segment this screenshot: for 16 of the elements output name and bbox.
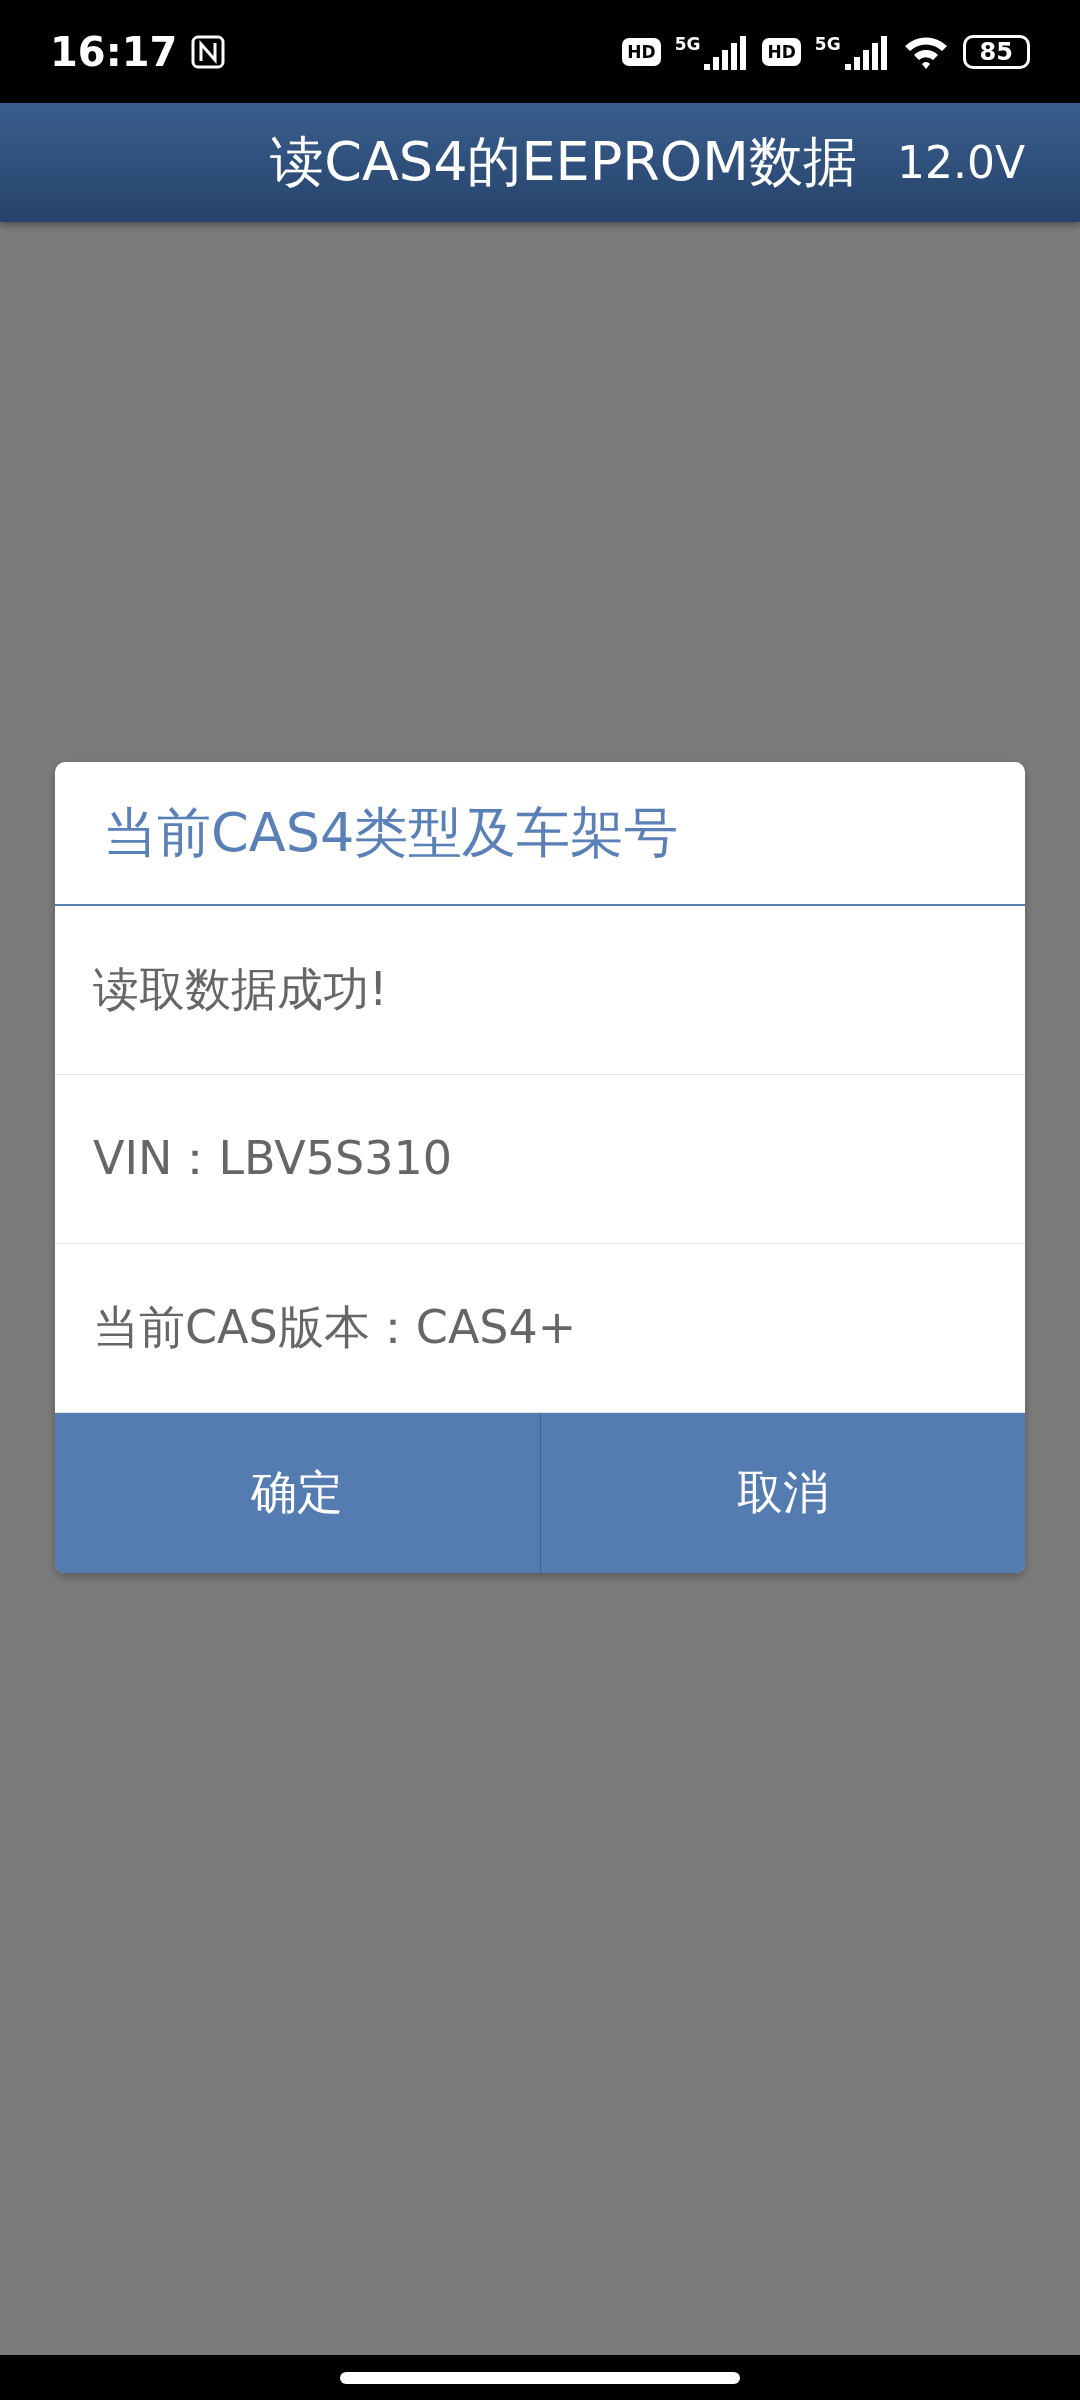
voltage-reading: 12.0V [896,137,1025,188]
confirm-button[interactable]: 确定 [55,1413,541,1573]
hd-badge: HD [622,37,661,66]
signal-icon [704,33,749,70]
network-label: 5G [814,34,841,54]
hd-badge: HD [762,37,801,66]
clock-time: 16:17 [50,28,178,75]
info-row: VIN：LBV5S310 [55,1075,1025,1244]
network-label: 5G [674,34,701,54]
nfc-icon [191,34,226,69]
info-row: 读取数据成功! [55,906,1025,1075]
home-indicator[interactable] [340,2371,740,2384]
dialog-title: 当前CAS4类型及车架号 [55,762,1025,906]
page-title: 读CAS4的EEPROM数据 [270,129,857,195]
battery-indicator: 85 [962,34,1030,69]
signal-icon [844,33,889,70]
